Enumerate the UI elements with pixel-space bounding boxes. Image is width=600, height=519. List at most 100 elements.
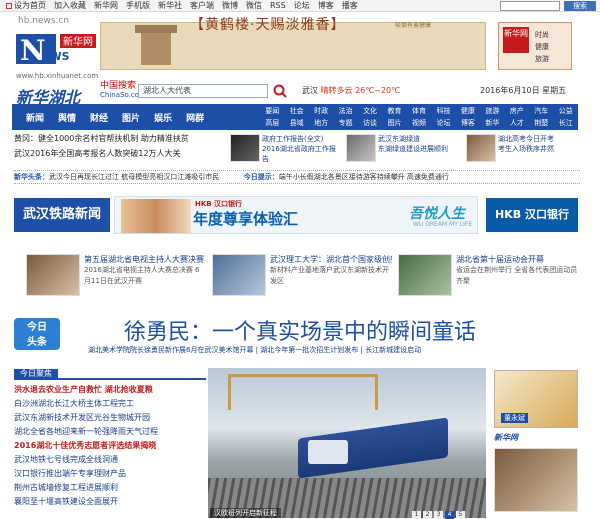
subnav-item[interactable]: 科技 (431, 105, 455, 117)
featured-photo[interactable] (208, 368, 486, 518)
topbar-item[interactable]: 设为首页 (6, 0, 46, 11)
subnav-item[interactable]: 文化 (358, 105, 382, 117)
thumbnail-image[interactable] (346, 134, 376, 162)
topbar-item[interactable]: 微博 (222, 0, 238, 11)
weather-city: 武汉 (302, 86, 318, 95)
news-ticker[interactable]: 新华头条：武汉今日再现长江过江 航母模型亮相汉口江滩吸引市民 今日提示：端午小长… (14, 170, 580, 184)
top-search-button[interactable]: 搜索 (564, 1, 596, 11)
topbar-item[interactable]: 新华社 (158, 0, 182, 11)
subnav-item[interactable]: 新华 (480, 117, 504, 129)
focus-news-item[interactable]: 襄阳至十堰高铁建设全面展开 (14, 496, 208, 507)
search-icon[interactable] (272, 83, 288, 99)
focus-news-item[interactable]: 白沙洲湖北长江大桥主体工程完工 (14, 398, 208, 409)
promo-card[interactable]: 第五届湖北省电视主持人大赛决赛 2016湖北省电视主持人大赛总决赛 6月11日在… (84, 254, 204, 299)
subnav-item[interactable]: 视频 (407, 117, 431, 129)
subnav-item[interactable]: 体育 (407, 105, 431, 117)
subnav-item[interactable]: 县域 (284, 117, 308, 129)
promo-card[interactable]: 武汉理工大学：湖北首个国家级创新中心 新材料产业基地落户武汉东湖新技术开发区 (270, 254, 392, 299)
subnav-item[interactable]: 房产 (505, 105, 529, 117)
subnav-item[interactable]: 高层 (260, 117, 284, 129)
thumbnail-caption[interactable]: 政府工作报告(全文) 2016湖北省政府工作报告 (262, 134, 342, 162)
focus-news-item[interactable]: 汉口银行推出端午专享理财产品 (14, 468, 208, 479)
topbar-item[interactable]: RSS (270, 1, 286, 10)
subnav-item[interactable]: 旅游 (480, 105, 504, 117)
focus-news-item[interactable]: 武汉东湖新技术开发区光谷生物城开园 (14, 412, 208, 423)
thumbnail-image[interactable] (230, 134, 260, 162)
topbar-item[interactable]: 博客 (318, 0, 334, 11)
ad-life-subtitle: WU DREAM MY LIFE (413, 221, 473, 228)
train-front-shape (308, 440, 348, 464)
topbar-item[interactable]: 新华网 (94, 0, 118, 11)
photo-pagination: 12345 (410, 508, 465, 519)
topbar-item[interactable]: 加入收藏 (54, 0, 86, 11)
nav-network[interactable]: 网群 (186, 111, 204, 124)
stamp-links: 时尚 健康 旅游 (535, 31, 549, 63)
thumbnail-caption[interactable]: 湖北高考今日开考 考生入场秩序井然 (498, 134, 580, 162)
focus-news-list: 洪水退去农业生产自救忙 湖北抢收夏粮 白沙洲湖北长江大桥主体工程完工 武汉东湖新技术… (14, 384, 208, 510)
promo-card[interactable]: 湖北省第十届运动会开幕 省运会在荆州举行 全省各代表团运动员齐聚 (456, 254, 580, 299)
nav-news[interactable]: 新闻 (26, 111, 44, 124)
focus-news-item[interactable]: 荆州古城墙修复工程进展顺利 (14, 482, 208, 493)
subnav-item[interactable]: 长江 (554, 117, 578, 129)
subnav-item[interactable]: 汽车 (529, 105, 553, 117)
subnav-item[interactable]: 社会 (284, 105, 308, 117)
ad-person-name: 董永斌 (501, 413, 528, 423)
topbar-item[interactable]: 客户端 (190, 0, 214, 11)
subnav-item[interactable]: 论坛 (431, 117, 455, 129)
photo-caption[interactable]: 汉欧班列开启新征程 (210, 508, 281, 518)
bank-advertisement[interactable]: HKB 汉口银行 年度尊享体验汇 吾悦人生 WU DREAM MY LIFE (114, 196, 478, 234)
main-search-input[interactable]: 湖北人大代表 (138, 84, 268, 98)
tower-icon (135, 25, 177, 65)
railway-news-banner[interactable]: 武汉铁路新闻 (14, 198, 110, 232)
subnav-item[interactable]: 人才 (505, 117, 529, 129)
subnav-item[interactable]: 专题 (333, 117, 357, 129)
svg-text:EWS: EWS (42, 50, 70, 63)
weather-text: 晴转多云 26℃~20℃ (320, 86, 401, 95)
subnav-item[interactable]: 公益 (554, 105, 578, 117)
subnav-item[interactable]: 图片 (382, 117, 406, 129)
subnav-item[interactable]: 地方 (309, 117, 333, 129)
site-logo[interactable]: N EWS 新华网 (16, 30, 98, 72)
sidebar-logo: 新华网 (494, 433, 518, 442)
promo-image[interactable] (26, 254, 80, 296)
sidebar-photo[interactable] (494, 448, 578, 512)
subnav-item[interactable]: 博客 (456, 117, 480, 129)
news-item[interactable]: 黄冈：健全1000余名村官帮扶机制 助力精准扶贫 (14, 133, 226, 144)
bank-logo-banner[interactable]: HKB 汉口银行 (486, 198, 578, 232)
subnav-item[interactable]: 教育 (382, 105, 406, 117)
promo-image[interactable] (398, 254, 452, 296)
section-tab-focus[interactable]: 今日聚焦 (14, 368, 206, 380)
subnav-item[interactable]: 法治 (333, 105, 357, 117)
banner-warning: 吸烟有害健康 (395, 22, 432, 29)
top-search-input[interactable] (500, 1, 560, 11)
thumbnail-caption[interactable]: 武汉东湖绿道 东湖绿道建设进展顺利 (378, 134, 462, 162)
home-icon (6, 2, 12, 9)
news-item[interactable]: 武汉2016年全国高考报名人数突破12万人大关 (14, 148, 226, 159)
subnav-item[interactable]: 要闻 (260, 105, 284, 117)
promo-image[interactable] (212, 254, 266, 296)
nav-entertainment[interactable]: 娱乐 (154, 111, 172, 124)
right-sidebar-ad[interactable]: 董永斌 (494, 370, 578, 428)
headline-subtitle[interactable]: 湖北美术学院院长徐勇民新作展6月在武汉美术馆开幕 | 湖北今年第一批次招生计划发… (88, 345, 580, 355)
subnav-item[interactable]: 时政 (309, 105, 333, 117)
ad-people-image (121, 199, 191, 233)
focus-news-item[interactable]: 武汉地铁七号线完成全线洞通 (14, 454, 208, 465)
topbar-item[interactable]: 播客 (342, 0, 358, 11)
sub-navigation: 要闻 社会 时政 法治 文化 教育 体育 科技 健康 旅游 房产 汽车 公益高层 县域 地方 专题 访谈 图片 视频… (260, 105, 578, 129)
main-headline[interactable]: 徐勇民：一个真实场景中的瞬间童话 (124, 314, 476, 346)
nav-finance[interactable]: 财经 (90, 111, 108, 124)
subnav-item[interactable]: 访谈 (358, 117, 382, 129)
banner-text: 【黄鹤楼·天赐淡雅香】 (190, 17, 346, 33)
subnav-item[interactable]: 健康 (456, 105, 480, 117)
nav-photos[interactable]: 图片 (122, 111, 140, 124)
focus-news-item[interactable]: 洪水退去农业生产自救忙 湖北抢收夏粮 (14, 384, 208, 395)
side-advertisement[interactable]: 新华网 时尚 健康 旅游 (498, 22, 572, 70)
focus-news-item[interactable]: 2016湖北十佳优秀志愿者评选结果揭晓 (14, 440, 208, 451)
subnav-item[interactable]: 荆楚 (529, 117, 553, 129)
focus-news-item[interactable]: 湖北全省各地迎来新一轮强降雨天气过程 (14, 426, 208, 437)
nav-opinion[interactable]: 舆情 (58, 111, 76, 124)
topbar-item[interactable]: 手机版 (126, 0, 150, 11)
topbar-item[interactable]: 论坛 (294, 0, 310, 11)
thumbnail-image[interactable] (466, 134, 496, 162)
topbar-item[interactable]: 微信 (246, 0, 262, 11)
